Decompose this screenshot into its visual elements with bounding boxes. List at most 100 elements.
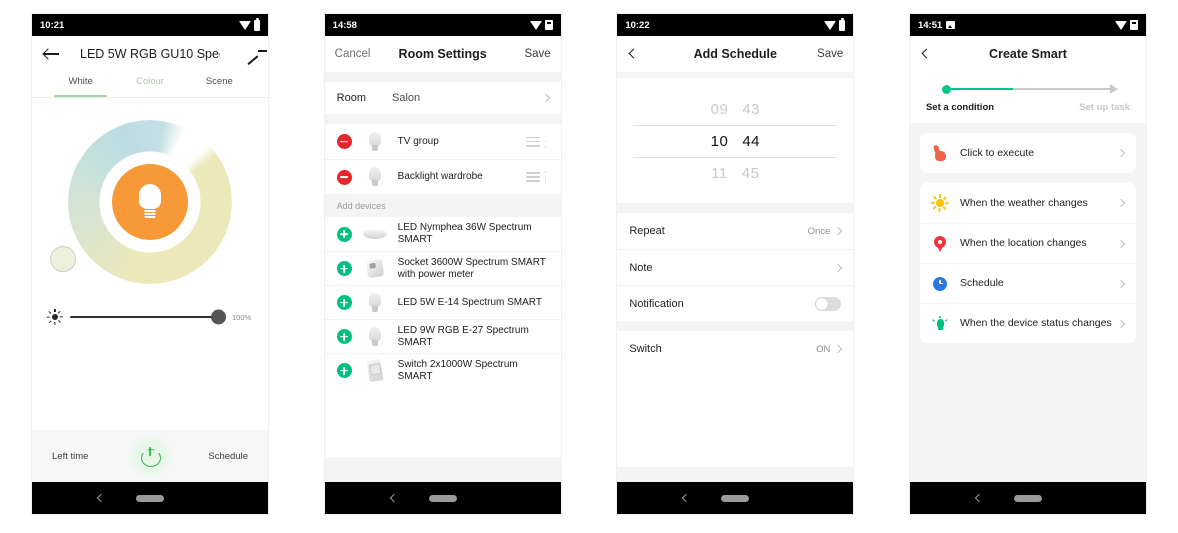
power-toggle-button[interactable] [128, 434, 172, 478]
condition-row-weather[interactable]: When the weather changes [920, 183, 1136, 223]
back-button[interactable] [42, 48, 80, 60]
status-time: 10:22 [625, 19, 650, 31]
condition-label: When the weather changes [959, 196, 1088, 209]
nav-back-icon[interactable] [96, 493, 106, 503]
back-button[interactable] [627, 48, 665, 60]
system-nav-bar [909, 482, 1146, 514]
time-picker-row-below[interactable]: 11 45 [617, 158, 853, 189]
note-row[interactable]: Note [617, 249, 854, 285]
switch-label: Switch [629, 343, 662, 355]
drag-handle[interactable] [525, 172, 540, 182]
condition-card-primary: Click to execute [919, 133, 1136, 173]
save-button[interactable]: Save [513, 48, 550, 60]
spacer [617, 203, 854, 213]
system-nav-bar [324, 482, 561, 514]
available-device-row[interactable]: Socket 3600W Spectrum SMART with power m… [324, 251, 561, 285]
chevron-right-icon [1116, 279, 1126, 288]
more-options-icon[interactable] [544, 135, 549, 148]
time-picker-row-selected[interactable]: 10 44 [617, 126, 853, 157]
device-control-body: 100% [32, 98, 268, 430]
add-device-button[interactable] [336, 295, 352, 310]
nav-home-pill[interactable] [428, 494, 457, 502]
assigned-device-row[interactable]: Backlight wardrobe [324, 159, 561, 194]
chevron-right-icon [1116, 319, 1126, 328]
available-device-row[interactable]: LED Nymphea 36W Spectrum SMART [324, 217, 561, 251]
room-value: Salon [392, 92, 421, 104]
list-filler [617, 367, 854, 467]
status-bar: 10:21 [32, 14, 268, 36]
notification-row[interactable]: Notification [617, 285, 854, 321]
bulb-thumbnail [362, 129, 388, 155]
app-bar: Create Smart [909, 36, 1146, 72]
remove-device-button[interactable] [336, 134, 352, 149]
notification-label: Notification [629, 297, 684, 310]
create-smart-stepper: Set a condition Set up task [909, 72, 1146, 123]
assigned-device-row[interactable]: TV group [324, 124, 561, 159]
status-time: 14:58 [332, 19, 357, 31]
color-temperature-wheel[interactable] [32, 120, 268, 284]
page-title: Room Settings [398, 47, 487, 61]
condition-row-click-to-execute[interactable]: Click to execute [920, 133, 1136, 173]
switch-value: ON [816, 343, 831, 355]
page-title: Add Schedule [693, 47, 777, 61]
add-device-button[interactable] [336, 261, 352, 276]
tab-white[interactable]: White [46, 72, 115, 97]
cancel-button[interactable]: Cancel [335, 48, 373, 60]
location-pin-icon [932, 235, 948, 252]
nav-back-icon[interactable] [389, 493, 398, 503]
chevron-right-icon [1116, 239, 1126, 248]
brightness-slider-row: 100% [32, 309, 268, 325]
stepper-labels: Set a condition Set up task [926, 102, 1130, 113]
back-button[interactable] [920, 48, 958, 60]
repeat-label: Repeat [629, 225, 665, 237]
phone-screen-device-control: 10:21 LED 5W RGB GU10 Spectr... White Co… [32, 14, 268, 514]
chevron-right-icon [541, 93, 550, 103]
available-device-row[interactable]: Switch 2x1000W Spectrum SMART [324, 353, 561, 387]
nav-back-icon[interactable] [682, 493, 691, 503]
bulb-thumbnail [362, 290, 388, 316]
create-smart-body: Click to execute When the weather change… [909, 123, 1146, 482]
repeat-row[interactable]: Repeat Once [617, 213, 854, 249]
notification-toggle[interactable] [815, 296, 842, 311]
tab-colour[interactable]: Colour [115, 72, 184, 97]
power-bulb-button[interactable] [112, 164, 188, 240]
nav-home-pill[interactable] [721, 494, 750, 502]
add-schedule-body: 09 43 10 44 11 45 Repeat Once Note Notif… [617, 72, 854, 482]
status-time: 10:21 [40, 19, 65, 31]
condition-row-location[interactable]: When the location changes [919, 223, 1136, 263]
stepper-arrow-icon [1109, 84, 1118, 94]
stepper-label-condition: Set a condition [925, 102, 995, 113]
nav-back-icon[interactable] [974, 493, 984, 503]
condition-row-device-status[interactable]: When the device status changes [919, 303, 1136, 343]
color-temperature-knob[interactable] [50, 246, 76, 272]
device-bulb-icon [931, 315, 949, 332]
brightness-slider[interactable] [70, 309, 226, 325]
left-time-button[interactable]: Left time [52, 451, 88, 462]
stepper-label-task: Set up task [1079, 102, 1130, 113]
stepper-dot-active [941, 84, 951, 94]
condition-row-schedule[interactable]: Schedule [919, 263, 1136, 303]
add-device-button[interactable] [336, 329, 352, 344]
nav-home-pill[interactable] [136, 494, 164, 502]
available-device-row[interactable]: LED 9W RGB E-27 Spectrum SMART [324, 319, 561, 353]
add-device-button[interactable] [336, 226, 352, 242]
schedule-button[interactable]: Schedule [208, 451, 248, 462]
more-options-icon[interactable] [544, 171, 549, 183]
time-picker[interactable]: 09 43 10 44 11 45 [617, 78, 854, 203]
switch-row[interactable]: Switch ON [617, 331, 854, 367]
device-name: Switch 2x1000W Spectrum SMART [397, 358, 518, 382]
available-device-row[interactable]: LED 5W E-14 Spectrum SMART [324, 285, 561, 319]
save-button[interactable]: Save [805, 48, 843, 60]
brightness-slider-thumb[interactable] [211, 309, 226, 325]
remove-device-button[interactable] [336, 169, 352, 185]
system-nav-bar [617, 482, 854, 514]
time-picker-row-above[interactable]: 09 43 [617, 94, 853, 125]
drag-handle[interactable] [525, 136, 540, 147]
spacer [324, 114, 561, 124]
tab-scene[interactable]: Scene [185, 72, 254, 97]
nav-home-pill[interactable] [1013, 494, 1042, 502]
add-device-button[interactable] [336, 363, 352, 378]
socket-thumbnail [362, 256, 388, 282]
room-row[interactable]: Room Salon [324, 82, 561, 114]
app-bar: Add Schedule Save [617, 36, 854, 72]
